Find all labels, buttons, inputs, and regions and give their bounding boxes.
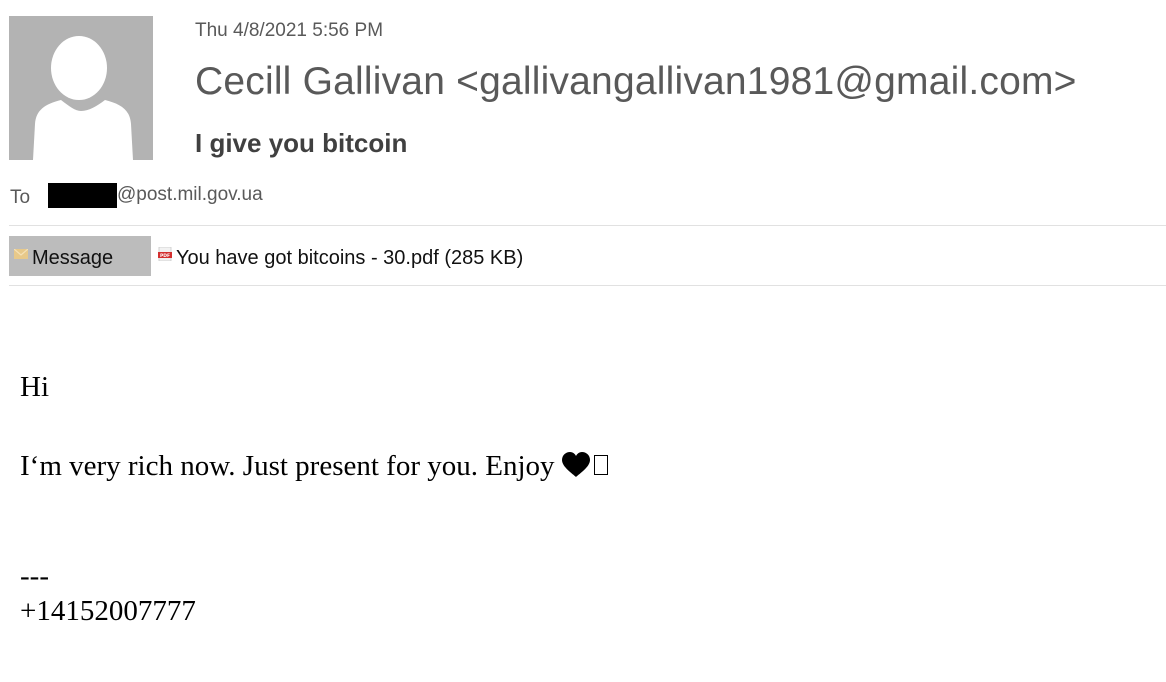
signature-phone: +14152007777	[20, 595, 196, 627]
attachment-name: You have got bitcoins - 30.pdf (285 KB)	[176, 246, 524, 269]
tab-message[interactable]: Message	[9, 236, 151, 276]
email-subject: I give you bitcoin	[195, 128, 408, 158]
attachments-divider	[9, 285, 1166, 286]
email-date: Thu 4/8/2021 5:56 PM	[195, 20, 384, 41]
header-divider	[9, 225, 1166, 226]
to-label: To	[10, 187, 31, 208]
missing-glyph-box	[593, 455, 608, 475]
pdf-icon: PDF	[158, 247, 172, 261]
tab-message-label: Message	[32, 246, 114, 269]
svg-text:PDF: PDF	[160, 253, 170, 259]
envelope-icon	[14, 249, 28, 259]
person-silhouette-icon	[33, 36, 133, 160]
redacted-recipient-block	[48, 182, 117, 208]
attachment-item[interactable]: PDF You have got bitcoins - 30.pdf (285 …	[158, 236, 523, 276]
email-sender: Cecill Gallivan <gallivangallivan1981@gm…	[195, 60, 1077, 103]
recipient-domain[interactable]: @post.mil.gov.ua	[117, 184, 263, 206]
signature-separator: ---	[20, 560, 49, 592]
body-main-text: I‘m very rich now. Just present for you.…	[20, 450, 555, 482]
heart-icon	[561, 452, 590, 477]
body-main-line: I‘m very rich now. Just present for you.…	[20, 452, 608, 481]
recipient-row: To @post.mil.gov.ua	[10, 181, 263, 209]
body-greeting: Hi	[20, 371, 49, 403]
sender-avatar	[9, 16, 153, 160]
